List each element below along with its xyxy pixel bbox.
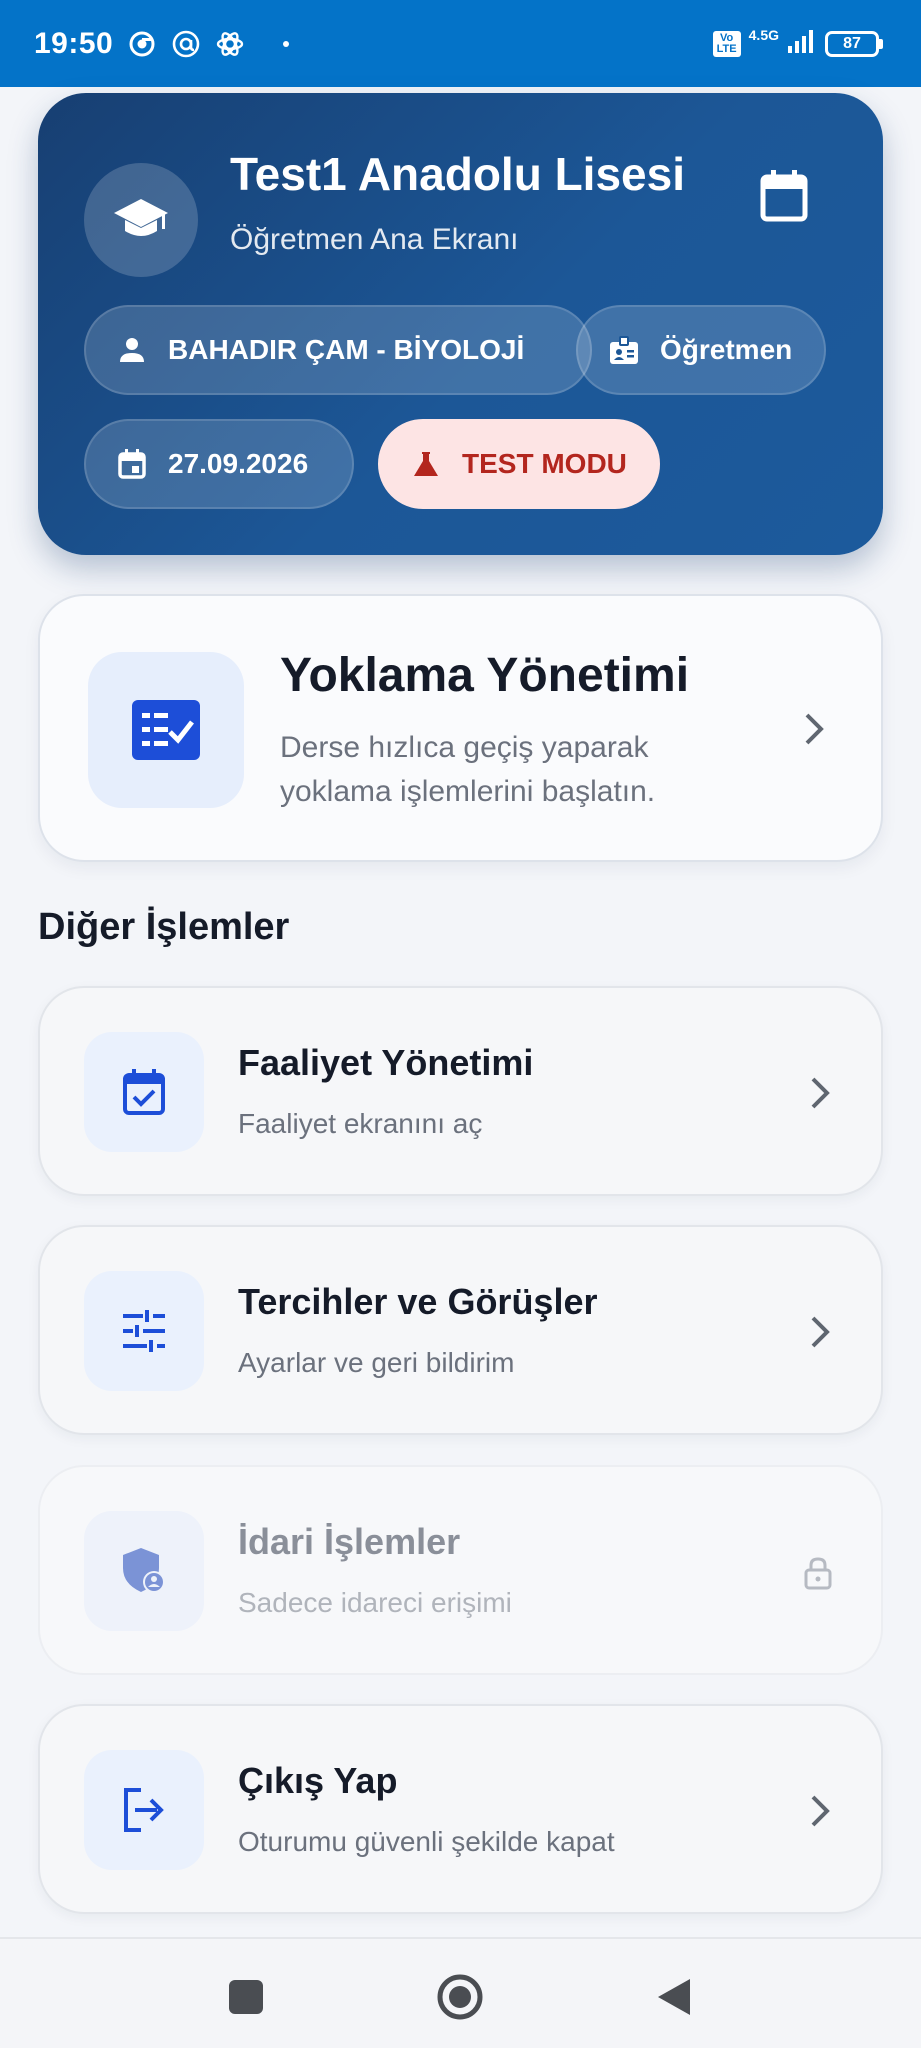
network-type: 4.5G xyxy=(748,26,779,43)
test-mode-label: TEST MODU xyxy=(462,448,627,479)
menu-title: Çıkış Yap xyxy=(238,1760,398,1801)
screen-subtitle: Öğretmen Ana Ekranı xyxy=(230,223,519,256)
graduation-cap-icon xyxy=(84,163,198,277)
attendance-title: Yoklama Yönetimi xyxy=(280,649,690,702)
admin-shield-icon xyxy=(84,1511,204,1631)
menu-subtitle: Ayarlar ve geri bildirim xyxy=(238,1347,515,1378)
date-chip: 27.09.2026 xyxy=(84,419,354,509)
menu-subtitle: Sadece idareci erişimi xyxy=(238,1587,512,1618)
openai-icon xyxy=(215,29,245,59)
menu-title: İdari İşlemler xyxy=(238,1521,461,1562)
role-chip: Öğretmen xyxy=(576,305,826,395)
notification-dot-icon xyxy=(283,40,290,47)
checklist-icon xyxy=(88,652,244,808)
attendance-card[interactable]: Yoklama Yönetimi Derse hızlıca geçiş yap… xyxy=(38,594,883,862)
calendar-button[interactable] xyxy=(757,169,811,223)
header-card: Test1 Anadolu Lisesi Öğretmen Ana Ekranı… xyxy=(38,93,883,555)
triangle-back-icon xyxy=(658,1979,690,2015)
recent-apps-button[interactable] xyxy=(216,1967,276,2027)
menu-preferences-feedback[interactable]: Tercihler ve Görüşler Ayarlar ve geri bi… xyxy=(38,1225,883,1435)
battery-icon: 87 xyxy=(825,30,883,57)
sliders-icon xyxy=(84,1271,204,1391)
logout-icon xyxy=(84,1750,204,1870)
lock-icon xyxy=(801,1555,835,1591)
battery-level: 87 xyxy=(825,30,879,57)
chevron-right-icon xyxy=(799,713,829,745)
square-icon xyxy=(229,1980,263,2014)
chevron-right-icon xyxy=(805,1795,835,1827)
signal-icon xyxy=(787,28,817,59)
user-chip: BAHADIR ÇAM - BİYOLOJİ xyxy=(84,305,592,395)
calendar-check-icon xyxy=(84,1032,204,1152)
chevron-right-icon xyxy=(805,1316,835,1348)
test-mode-chip: TEST MODU xyxy=(378,419,660,509)
home-button[interactable] xyxy=(430,1967,490,2027)
menu-subtitle: Oturumu güvenli şekilde kapat xyxy=(238,1826,615,1857)
school-name: Test1 Anadolu Lisesi xyxy=(230,148,685,200)
volte-badge: Vo LTE xyxy=(712,30,741,57)
role-chip-label: Öğretmen xyxy=(660,334,793,365)
status-bar: 19:50 Vo LTE 4.5G 87 xyxy=(0,0,921,87)
attendance-description: Derse hızlıca geçiş yaparak yoklama işle… xyxy=(280,731,656,808)
menu-title: Tercihler ve Görüşler xyxy=(238,1281,598,1322)
calendar-icon xyxy=(760,170,808,222)
flask-icon xyxy=(410,448,442,480)
system-navigation-bar xyxy=(0,1937,921,2048)
chrome-icon xyxy=(127,29,157,59)
menu-admin-operations: İdari İşlemler Sadece idareci erişimi xyxy=(38,1465,883,1675)
menu-subtitle: Faaliyet ekranını aç xyxy=(238,1108,483,1139)
menu-title: Faaliyet Yönetimi xyxy=(238,1042,534,1083)
person-icon xyxy=(116,334,148,366)
user-chip-label: BAHADIR ÇAM - BİYOLOJİ xyxy=(168,334,525,365)
circle-icon xyxy=(437,1974,483,2020)
menu-logout[interactable]: Çıkış Yap Oturumu güvenli şekilde kapat xyxy=(38,1704,883,1914)
section-title: Diğer İşlemler xyxy=(38,906,290,948)
date-chip-label: 27.09.2026 xyxy=(168,448,309,479)
status-time: 19:50 xyxy=(34,26,114,60)
chevron-right-icon xyxy=(805,1077,835,1109)
at-sign-icon xyxy=(171,29,201,59)
event-icon xyxy=(116,448,148,480)
back-button[interactable] xyxy=(644,1967,704,2027)
menu-activity-management[interactable]: Faaliyet Yönetimi Faaliyet ekranını aç xyxy=(38,986,883,1196)
badge-icon xyxy=(608,334,640,366)
